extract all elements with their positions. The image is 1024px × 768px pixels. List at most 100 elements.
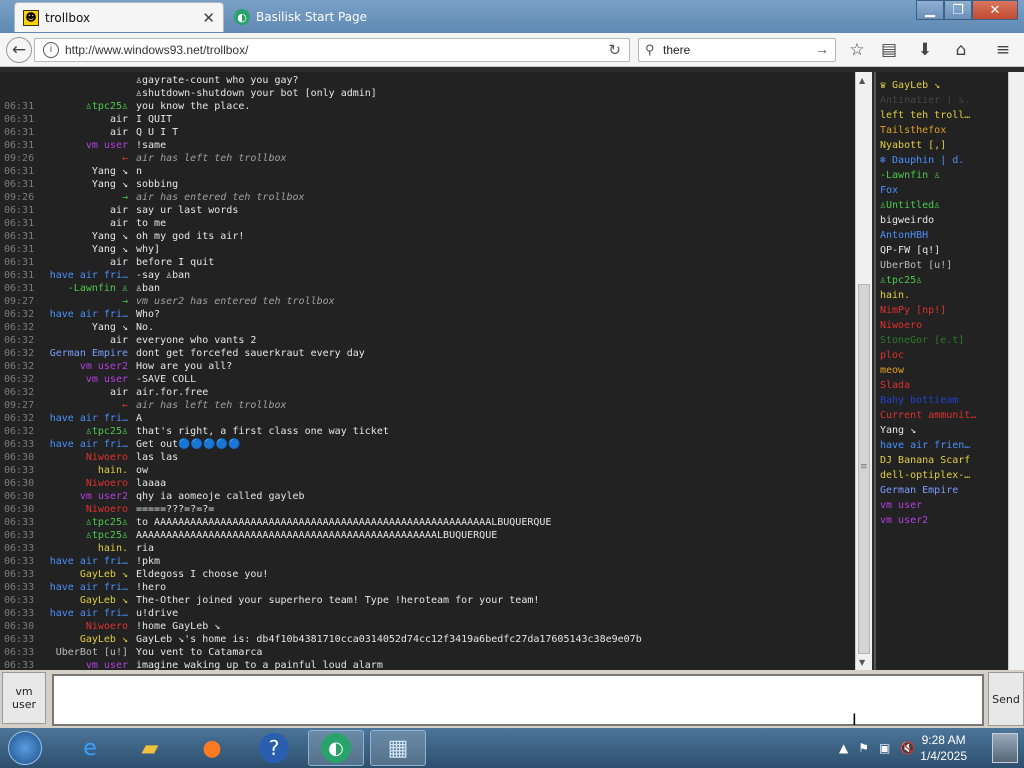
message-nick[interactable]: ♙tpc25♙	[40, 100, 128, 113]
message-nick[interactable]: ♙tpc25♙	[40, 516, 128, 529]
message-nick[interactable]: Yang ↘	[40, 230, 128, 243]
close-window-icon[interactable]: ✕	[972, 0, 1018, 20]
user-list-item[interactable]: hain.	[880, 288, 1008, 303]
user-list-item[interactable]: QP-FW [q!]	[880, 243, 1008, 258]
message-nick[interactable]: Niwoero	[40, 451, 128, 464]
message-nick[interactable]: air	[40, 386, 128, 399]
message-nick[interactable]: have air fri…	[40, 269, 128, 282]
message-nick[interactable]: German Empire	[40, 347, 128, 360]
downloads-icon[interactable]: ⬇	[912, 37, 938, 63]
message-nick[interactable]: vm user2	[40, 490, 128, 503]
user-list-item[interactable]: vm user2	[880, 513, 1008, 528]
message-nick[interactable]: Niwoero	[40, 477, 128, 490]
bookmark-star-icon[interactable]: ☆	[844, 37, 870, 63]
message-nick[interactable]: air	[40, 256, 128, 269]
user-list-item[interactable]: dell-optiplex-…	[880, 468, 1008, 483]
message-nick[interactable]: -Lawnfin ♙	[40, 282, 128, 295]
current-user-button[interactable]: vm user	[2, 672, 46, 724]
tab-trollbox[interactable]: ☻ trollbox ✕	[14, 2, 224, 32]
message-nick[interactable]: GayLeb ↘	[40, 568, 128, 581]
user-list-item[interactable]: Nyabott [,]	[880, 138, 1008, 153]
message-nick[interactable]: vm user	[40, 373, 128, 386]
message-nick[interactable]: ♙tpc25♙	[40, 425, 128, 438]
user-list-item[interactable]: meow	[880, 363, 1008, 378]
message-nick[interactable]: have air fri…	[40, 555, 128, 568]
address-bar[interactable]: i http://www.windows93.net/trollbox/ ↻	[34, 38, 630, 62]
message-nick[interactable]: hain.	[40, 542, 128, 555]
message-nick[interactable]: ♙tpc25♙	[40, 529, 128, 542]
internet-explorer-icon[interactable]: e	[62, 730, 118, 766]
message-nick[interactable]: GayLeb ↘	[40, 594, 128, 607]
reload-icon[interactable]: ↻	[608, 41, 621, 59]
bookmarks-menu-icon[interactable]: ▤	[876, 37, 902, 63]
menu-icon[interactable]: ≡	[990, 37, 1016, 63]
help-icon[interactable]: ?	[246, 730, 302, 766]
user-list-item[interactable]: Niwoero	[880, 318, 1008, 333]
scroll-down-icon[interactable]: ▼	[859, 658, 865, 667]
user-list-item[interactable]: Bahy bottieam	[880, 393, 1008, 408]
clock[interactable]: 9:28 AM 1/4/2025	[920, 732, 967, 764]
user-list-item[interactable]: German Empire	[880, 483, 1008, 498]
basilisk-taskbar-icon[interactable]: ◐	[308, 730, 364, 766]
message-nick[interactable]: UberBot [u!]	[40, 646, 128, 659]
search-box[interactable]: ⚲ there →	[638, 38, 836, 62]
message-nick[interactable]: Niwoero	[40, 620, 128, 633]
user-list-item[interactable]: NimPy [np!]	[880, 303, 1008, 318]
user-list-item[interactable]: Antinatier | s.	[880, 93, 1008, 108]
message-nick[interactable]: air	[40, 126, 128, 139]
message-nick[interactable]: vm user	[40, 659, 128, 670]
message-nick[interactable]: have air fri…	[40, 581, 128, 594]
close-tab-icon[interactable]: ✕	[202, 9, 215, 27]
chat-scrollbar[interactable]: ▲ ≡ ▼	[855, 72, 872, 670]
message-nick[interactable]: air	[40, 217, 128, 230]
user-list-item[interactable]: Slada	[880, 378, 1008, 393]
message-nick[interactable]: hain.	[40, 464, 128, 477]
message-nick[interactable]: ←	[40, 399, 128, 412]
user-list-item[interactable]: Yang ↘	[880, 423, 1008, 438]
message-nick[interactable]: air	[40, 113, 128, 126]
message-input[interactable]	[52, 674, 984, 726]
user-list-item[interactable]: ♙Untitled♙	[880, 198, 1008, 213]
user-list-item[interactable]: AntonHBH	[880, 228, 1008, 243]
user-list-item[interactable]: StoneGor [e.t]	[880, 333, 1008, 348]
maximize-icon[interactable]: ❐	[944, 0, 972, 20]
firefox-icon[interactable]: ●	[184, 730, 240, 766]
user-list-item[interactable]: ♙tpc25♙	[880, 273, 1008, 288]
user-list-item[interactable]: left teh troll…	[880, 108, 1008, 123]
message-nick[interactable]: →	[40, 191, 128, 204]
user-list-item[interactable]: Current ammunit…	[880, 408, 1008, 423]
volume-muted-icon[interactable]: 🔇	[900, 741, 915, 755]
message-nick[interactable]: Yang ↘	[40, 321, 128, 334]
message-nick[interactable]: Yang ↘	[40, 165, 128, 178]
home-icon[interactable]: ⌂	[948, 37, 974, 63]
page-scrollbar[interactable]	[1008, 72, 1024, 670]
message-nick[interactable]: vm user	[40, 139, 128, 152]
message-nick[interactable]: have air fri…	[40, 308, 128, 321]
user-list-item[interactable]: Fox	[880, 183, 1008, 198]
message-nick[interactable]: air	[40, 204, 128, 217]
user-list-item[interactable]: UberBot [u!]	[880, 258, 1008, 273]
message-nick[interactable]: Yang ↘	[40, 243, 128, 256]
site-info-icon[interactable]: i	[43, 42, 59, 58]
control-panel-icon[interactable]: ▦	[370, 730, 426, 766]
show-hidden-icons-icon[interactable]: ▲	[839, 741, 848, 755]
user-list-item[interactable]: ❄ Dauphin | d.	[880, 153, 1008, 168]
user-list-item[interactable]: Tailsthefox	[880, 123, 1008, 138]
message-nick[interactable]: Niwoero	[40, 503, 128, 516]
message-nick[interactable]: have air fri…	[40, 438, 128, 451]
start-button-icon[interactable]	[2, 730, 48, 766]
user-list-item[interactable]: bigweirdo	[880, 213, 1008, 228]
scroll-up-icon[interactable]: ▲	[859, 76, 865, 85]
message-nick[interactable]: have air fri…	[40, 607, 128, 620]
message-nick[interactable]: air	[40, 334, 128, 347]
message-nick[interactable]: ←	[40, 152, 128, 165]
message-nick[interactable]: →	[40, 295, 128, 308]
user-list-item[interactable]: vm user	[880, 498, 1008, 513]
send-button[interactable]: Send	[988, 672, 1024, 726]
user-list-item[interactable]: have air frien…	[880, 438, 1008, 453]
network-icon[interactable]: ▣	[879, 741, 890, 755]
action-center-flag-icon[interactable]: ⚑	[858, 741, 869, 755]
message-nick[interactable]: Yang ↘	[40, 178, 128, 191]
search-go-icon[interactable]: →	[815, 41, 829, 57]
user-list-item[interactable]: DJ Banana Scarf	[880, 453, 1008, 468]
